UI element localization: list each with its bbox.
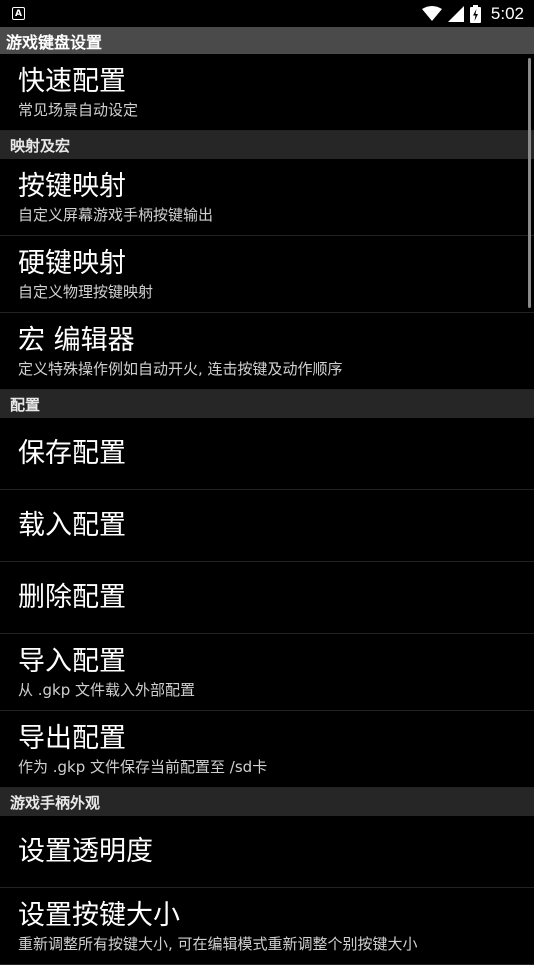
item-title: 宏 编辑器	[18, 324, 135, 356]
hardkey-mapping-item[interactable]: 硬键映射 自定义物理按键映射	[0, 236, 534, 313]
page-title: 游戏键盘设置	[0, 27, 534, 54]
item-subtitle: 重新调整所有按键大小, 可在编辑模式重新调整个别按键大小	[18, 934, 418, 953]
set-opacity-item[interactable]: 设置透明度	[0, 816, 534, 888]
app-notification-icon: A	[12, 7, 25, 20]
item-title: 导出配置	[18, 722, 126, 754]
item-subtitle: 定义特殊操作例如自动开火, 连击按键及动作顺序	[18, 359, 343, 378]
set-button-size-item[interactable]: 设置按键大小 重新调整所有按键大小, 可在编辑模式重新调整个别按键大小	[0, 888, 534, 965]
item-title: 硬键映射	[18, 247, 126, 279]
export-config-item[interactable]: 导出配置 作为 .gkp 文件保存当前配置至 /sd卡	[0, 711, 534, 788]
delete-config-item[interactable]: 删除配置	[0, 562, 534, 634]
item-title: 设置透明度	[18, 835, 153, 867]
signal-icon	[447, 5, 464, 22]
item-title: 快速配置	[18, 65, 126, 97]
wifi-icon	[421, 5, 442, 21]
section-header-config: 配置	[0, 390, 534, 418]
item-subtitle: 从 .gkp 文件载入外部配置	[18, 680, 196, 699]
item-title: 保存配置	[18, 437, 126, 469]
status-bar: A 5:02	[0, 0, 534, 27]
save-config-item[interactable]: 保存配置	[0, 418, 534, 490]
item-title: 导入配置	[18, 645, 126, 677]
scrollbar[interactable]	[528, 58, 531, 308]
section-header-mapping: 映射及宏	[0, 131, 534, 159]
clock: 5:02	[490, 3, 524, 23]
load-config-item[interactable]: 载入配置	[0, 490, 534, 562]
item-subtitle: 自定义物理按键映射	[18, 282, 154, 301]
item-subtitle: 作为 .gkp 文件保存当前配置至 /sd卡	[18, 757, 268, 776]
battery-icon	[469, 4, 481, 23]
quick-config-item[interactable]: 快速配置 常见场景自动设定	[0, 54, 534, 131]
macro-editor-item[interactable]: 宏 编辑器 定义特殊操作例如自动开火, 连击按键及动作顺序	[0, 313, 534, 390]
section-header-appearance: 游戏手柄外观	[0, 788, 534, 816]
settings-list: 快速配置 常见场景自动设定 映射及宏 按键映射 自定义屏幕游戏手柄按键输出 硬键…	[0, 54, 534, 965]
item-subtitle: 自定义屏幕游戏手柄按键输出	[18, 205, 214, 224]
import-config-item[interactable]: 导入配置 从 .gkp 文件载入外部配置	[0, 634, 534, 711]
item-subtitle: 常见场景自动设定	[18, 100, 139, 119]
key-mapping-item[interactable]: 按键映射 自定义屏幕游戏手柄按键输出	[0, 159, 534, 236]
item-title: 按键映射	[18, 170, 126, 202]
item-title: 设置按键大小	[18, 899, 180, 931]
item-title: 载入配置	[18, 509, 126, 541]
item-title: 删除配置	[18, 581, 126, 613]
